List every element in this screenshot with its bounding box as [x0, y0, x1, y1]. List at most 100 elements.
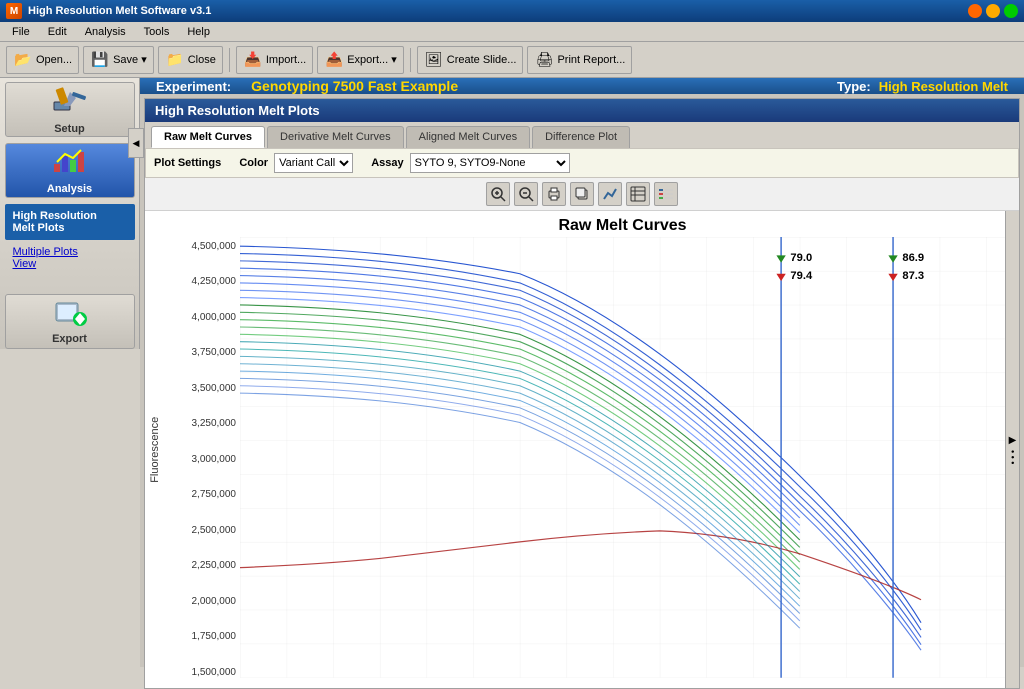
setup-label: Setup [54, 123, 85, 135]
plot-panel: High Resolution Melt Plots Raw Melt Curv… [144, 98, 1020, 689]
right-collapse-panel[interactable]: ▶ • • • [1005, 211, 1019, 688]
sidebar-collapse-button[interactable]: ◀ [128, 128, 144, 158]
import-button[interactable]: 📥 Import... [236, 46, 313, 74]
toolbar-separator-2 [410, 48, 411, 72]
type-section: Type: High Resolution Melt [837, 79, 1008, 94]
maximize-btn[interactable] [986, 4, 1000, 18]
y-tick-3: 4,000,000 [169, 312, 236, 323]
close-button[interactable]: 📁 Close [158, 46, 223, 74]
y-tick-1: 4,500,000 [169, 241, 236, 252]
y-axis-label: Fluorescence [145, 211, 165, 688]
sidebar-wrapper: Setup Analysis High ResolutionMelt [0, 78, 140, 667]
save-icon: 💾 [90, 50, 110, 70]
menu-bar: File Edit Analysis Tools Help [0, 22, 1024, 42]
experiment-header: Experiment: Genotyping 7500 Fast Example… [140, 78, 1024, 94]
close-icon: 📁 [165, 50, 185, 70]
type-label: Type: [837, 79, 871, 94]
y-tick-8: 2,750,000 [169, 489, 236, 500]
y-tick-5: 3,500,000 [169, 383, 236, 394]
svg-text:79.0: 79.0 [790, 252, 812, 264]
svg-text:86.9: 86.9 [902, 252, 924, 264]
assay-label: Assay [371, 157, 403, 169]
zoom-in-button[interactable] [486, 182, 510, 206]
menu-edit[interactable]: Edit [40, 24, 75, 40]
y-tick-2: 4,250,000 [169, 276, 236, 287]
color-label: Color [239, 157, 268, 169]
content-area: Experiment: Genotyping 7500 Fast Example… [140, 78, 1024, 667]
hrm-plots-label: High ResolutionMelt Plots [13, 210, 97, 234]
copy-chart-button[interactable] [570, 182, 594, 206]
menu-tools[interactable]: Tools [136, 24, 178, 40]
sidebar-item-analysis[interactable]: Analysis [5, 143, 135, 198]
title-bar: M High Resolution Melt Software v3.1 [0, 0, 1024, 22]
chart-type-button[interactable] [598, 182, 622, 206]
plot-settings-bar: Plot Settings Color Variant Call Sample … [145, 148, 1019, 178]
analysis-label: Analysis [47, 183, 92, 195]
sidebar-item-hrm-plots[interactable]: High ResolutionMelt Plots [5, 204, 135, 240]
export-icon-sidebar [52, 299, 88, 330]
plot-panel-title: High Resolution Melt Plots [145, 99, 1019, 122]
color-select[interactable]: Variant Call Sample Well [274, 153, 353, 173]
chart-toolbar [145, 178, 1019, 211]
toolbar-separator-1 [229, 48, 230, 72]
zoom-out-button[interactable] [514, 182, 538, 206]
type-name: High Resolution Melt [879, 79, 1008, 94]
tab-derivative[interactable]: Derivative Melt Curves [267, 126, 404, 148]
close-btn[interactable] [1004, 4, 1018, 18]
chart-svg: 79.0 79.4 86.9 87.3 [240, 237, 1005, 678]
y-tick-6: 3,250,000 [169, 418, 236, 429]
y-tick-11: 2,000,000 [169, 596, 236, 607]
y-tick-13: 1,500,000 [169, 667, 236, 678]
y-tick-10: 2,250,000 [169, 560, 236, 571]
sidebar: Setup Analysis High ResolutionMelt [0, 78, 140, 349]
menu-file[interactable]: File [4, 24, 38, 40]
menu-analysis[interactable]: Analysis [77, 24, 134, 40]
tab-aligned[interactable]: Aligned Melt Curves [406, 126, 530, 148]
chart-container: Fluorescence 4,500,000 4,250,000 4,000,0… [145, 211, 1019, 688]
export-icon: 📤 [324, 50, 344, 70]
create-slide-icon: 🖼 [424, 50, 444, 70]
print-report-button[interactable]: 🖨 Print Report... [527, 46, 632, 74]
sidebar-item-setup[interactable]: Setup [5, 82, 135, 137]
print-report-icon: 🖨 [534, 50, 554, 70]
minimize-btn[interactable] [968, 4, 982, 18]
create-slide-button[interactable]: 🖼 Create Slide... [417, 46, 524, 74]
open-button[interactable]: 📂 Open... [6, 46, 79, 74]
chart-main: Raw Melt Curves [240, 211, 1005, 688]
menu-help[interactable]: Help [179, 24, 218, 40]
print-chart-button[interactable] [542, 182, 566, 206]
open-icon: 📂 [13, 50, 33, 70]
assay-select[interactable]: SYTO 9, SYTO9-None SYTO 9 SYTO9-None [410, 153, 570, 173]
import-icon: 📥 [243, 50, 263, 70]
save-button[interactable]: 💾 Save ▾ [83, 46, 154, 74]
analysis-icon [52, 146, 88, 180]
export-button[interactable]: 📤 Export... ▾ [317, 46, 404, 74]
toolbar: 📂 Open... 💾 Save ▾ 📁 Close 📥 Import... 📤… [0, 42, 1024, 78]
legend-button[interactable] [654, 182, 678, 206]
sidebar-item-multiple-plots[interactable]: Multiple PlotsView [5, 242, 135, 274]
svg-text:79.4: 79.4 [790, 270, 813, 282]
y-tick-7: 3,000,000 [169, 454, 236, 465]
y-axis: 4,500,000 4,250,000 4,000,000 3,750,000 … [165, 211, 240, 688]
setup-icon [52, 84, 88, 120]
experiment-name: Genotyping 7500 Fast Example [251, 78, 458, 94]
y-tick-4: 3,750,000 [169, 347, 236, 358]
app-title: High Resolution Melt Software v3.1 [28, 5, 211, 17]
export-label: Export [52, 333, 87, 345]
right-collapse-arrow: ▶ [1009, 435, 1017, 446]
sidebar-item-export[interactable]: Export [5, 294, 135, 349]
experiment-label: Experiment: [156, 79, 231, 94]
tabs-row: Raw Melt Curves Derivative Melt Curves A… [145, 122, 1019, 148]
chart-title: Raw Melt Curves [240, 211, 1005, 237]
main-layout: Setup Analysis High ResolutionMelt [0, 78, 1024, 667]
multiple-plots-label: Multiple PlotsView [13, 246, 78, 270]
data-table-button[interactable] [626, 182, 650, 206]
plot-settings-label: Plot Settings [154, 157, 221, 169]
tab-raw-melt[interactable]: Raw Melt Curves [151, 126, 265, 148]
y-tick-9: 2,500,000 [169, 525, 236, 536]
app-icon: M [6, 3, 22, 19]
svg-text:87.3: 87.3 [902, 270, 924, 282]
y-tick-12: 1,750,000 [169, 631, 236, 642]
right-panel-dots: • • • [1008, 450, 1018, 464]
tab-difference[interactable]: Difference Plot [532, 126, 630, 148]
